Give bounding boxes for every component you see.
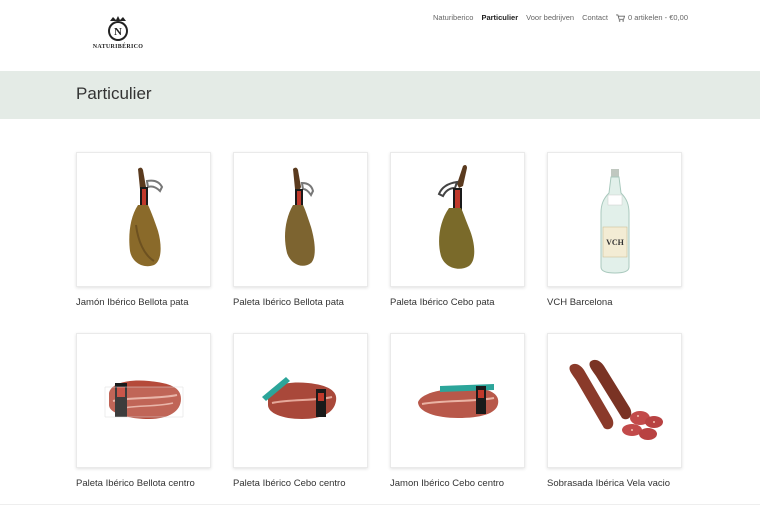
product-name[interactable]: Paleta Ibérico Cebo centro xyxy=(233,478,368,489)
product-name[interactable]: Paleta Ibérico Bellota centro xyxy=(76,478,211,489)
product-thumbnail[interactable] xyxy=(390,152,525,287)
product-card[interactable]: Paleta Ibérico Cebo pata xyxy=(390,152,525,308)
product-card[interactable]: Sobrasada Ibérica Vela vacio xyxy=(547,333,682,489)
page-title-bar: Particulier xyxy=(0,71,760,119)
product-thumbnail[interactable] xyxy=(76,333,211,468)
product-thumbnail[interactable] xyxy=(233,152,368,287)
ham-center-icon xyxy=(261,376,336,419)
sausage-icon xyxy=(568,359,663,440)
product-card[interactable]: Paleta Ibérico Bellota centro xyxy=(76,333,211,489)
cart-link[interactable]: 0 artikelen - €0,00 xyxy=(616,13,688,22)
water-bottle-icon: VCH xyxy=(600,168,629,274)
product-name[interactable]: Jamón Ibérico Bellota pata xyxy=(76,297,211,308)
product-name[interactable]: Jamon Ibérico Cebo centro xyxy=(390,478,525,489)
site-logo[interactable]: N NATURIBÉRICO xyxy=(90,16,146,56)
svg-text:VCH: VCH xyxy=(606,238,625,247)
nav-item-voor-bedrijven[interactable]: Voor bedrijven xyxy=(526,13,574,22)
logo-emblem-icon: N xyxy=(108,16,128,41)
ham-leg-icon xyxy=(128,167,163,266)
cart-label: 0 artikelen - €0,00 xyxy=(627,13,688,22)
product-card[interactable]: Paleta Ibérico Bellota pata xyxy=(233,152,368,308)
product-name[interactable]: Paleta Ibérico Cebo pata xyxy=(390,297,525,308)
product-thumbnail[interactable] xyxy=(233,333,368,468)
product-thumbnail[interactable] xyxy=(390,333,525,468)
product-thumbnail[interactable] xyxy=(76,152,211,287)
ham-leg-icon xyxy=(437,164,474,269)
product-name[interactable]: Sobrasada Ibérica Vela vacio xyxy=(547,478,682,489)
site-header: N NATURIBÉRICO Naturiberico Particulier … xyxy=(0,0,760,70)
product-card[interactable]: Jamón Ibérico Bellota pata xyxy=(76,152,211,308)
product-name[interactable]: Paleta Ibérico Bellota pata xyxy=(233,297,368,308)
logo-text: NATURIBÉRICO xyxy=(92,44,144,50)
nav-item-particulier[interactable]: Particulier xyxy=(481,13,518,22)
cart-icon xyxy=(616,13,625,22)
product-thumbnail[interactable]: VCH xyxy=(547,152,682,287)
ham-center-icon xyxy=(104,380,183,419)
product-card[interactable]: Paleta Ibérico Cebo centro xyxy=(233,333,368,489)
ham-leg-icon xyxy=(284,167,315,266)
main-nav: Naturiberico Particulier Voor bedrijven … xyxy=(433,13,688,22)
product-card[interactable]: VCH VCH Barcelona xyxy=(547,152,682,308)
svg-text:N: N xyxy=(114,26,122,38)
ham-center-icon xyxy=(417,383,498,418)
product-thumbnail[interactable] xyxy=(547,333,682,468)
footer-divider xyxy=(0,504,760,505)
product-name[interactable]: VCH Barcelona xyxy=(547,297,682,308)
page-title: Particulier xyxy=(76,84,152,103)
nav-item-naturiberico[interactable]: Naturiberico xyxy=(433,13,473,22)
product-card[interactable]: Jamon Ibérico Cebo centro xyxy=(390,333,525,489)
nav-item-contact[interactable]: Contact xyxy=(582,13,608,22)
